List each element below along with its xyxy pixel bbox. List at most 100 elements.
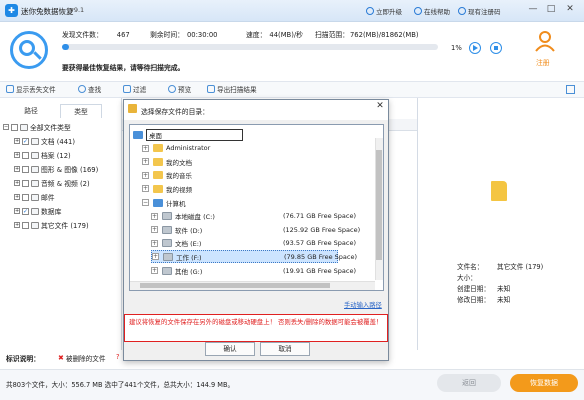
folder-node[interactable]: + Administrator: [142, 142, 373, 155]
expand-icon[interactable]: +: [14, 194, 20, 200]
folder-node[interactable]: + 其他 (G:) (19.91 GB Free Space): [151, 264, 373, 277]
dialog-close-icon[interactable]: ✕: [375, 102, 385, 112]
tree-item-label: 音频 & 视频 (2): [41, 180, 90, 188]
help-link[interactable]: 在线帮助: [414, 6, 450, 16]
register-code-link[interactable]: 现有注册码: [458, 6, 501, 16]
confirm-button[interactable]: 确认: [205, 342, 255, 356]
tree-item[interactable]: + 音频 & 视频 (2): [14, 177, 90, 189]
free-space-label: (76.71 GB Free Space): [283, 212, 356, 221]
expand-icon[interactable]: +: [142, 185, 149, 193]
checkbox[interactable]: [22, 165, 29, 173]
tree-item[interactable]: + 图形 & 图像 (169): [14, 163, 98, 175]
eye-icon: [168, 85, 176, 93]
checkbox[interactable]: ✓: [22, 137, 29, 145]
expand-icon[interactable]: +: [151, 226, 158, 234]
scan-range: 扫描范围：762(MB)/81862(MB): [315, 31, 419, 39]
expand-icon[interactable]: +: [142, 171, 149, 179]
checkbox[interactable]: [11, 123, 18, 131]
expand-icon[interactable]: +: [14, 138, 20, 144]
expand-icon[interactable]: +: [14, 208, 20, 214]
free-space-label: (19.91 GB Free Space): [283, 266, 356, 275]
expand-icon[interactable]: −: [3, 124, 9, 130]
tree-item[interactable]: + 档案 (12): [14, 149, 71, 161]
stop-button[interactable]: [490, 42, 502, 54]
checkbox[interactable]: [22, 193, 29, 201]
folder-node[interactable]: 桌面: [133, 128, 373, 141]
warning-message: 建议将恢复的文件保存在另外的磁盘或移动硬盘上！ 否则丢失/删除的数据可能会被覆盖…: [124, 314, 388, 342]
checkbox[interactable]: ✓: [22, 207, 29, 215]
folder-node[interactable]: + 本地磁盘 (C:) (76.71 GB Free Space): [151, 210, 373, 223]
export-results-button[interactable]: 导出扫描结果: [207, 84, 257, 94]
folder-node[interactable]: + 文档 (E:) (93.57 GB Free Space): [151, 237, 373, 250]
tree-item-label: 其它文件 (179): [41, 222, 89, 230]
back-button[interactable]: 返回: [437, 374, 501, 392]
expand-icon[interactable]: +: [14, 166, 20, 172]
export-icon: [207, 85, 215, 93]
folder-node-label: 本地磁盘 (C:): [175, 213, 215, 222]
checkbox[interactable]: [22, 179, 29, 187]
expand-icon[interactable]: +: [151, 239, 158, 247]
folder-node[interactable]: + 我的视频: [142, 182, 373, 195]
info-label: 修改日期：: [457, 296, 490, 304]
export-corner-icon[interactable]: [566, 85, 575, 94]
expand-icon[interactable]: +: [14, 222, 20, 228]
progress-percent: 1%: [451, 44, 462, 52]
checkbox[interactable]: [22, 221, 29, 229]
folder-tree[interactable]: 桌面 + Administrator + 我的文档 + 我的音乐 + 我的视频 − 计算机 + 本地磁盘…: [129, 124, 384, 291]
info-value: 未知: [497, 296, 511, 304]
file-type-icon: [31, 221, 39, 229]
folder-node[interactable]: + 我的音乐: [142, 169, 373, 182]
user-icon[interactable]: [534, 30, 556, 52]
info-label: 文件名：: [457, 263, 484, 271]
minimize-button[interactable]: —: [527, 4, 539, 16]
tab-type[interactable]: 类型: [60, 104, 102, 118]
expand-icon[interactable]: +: [14, 152, 20, 158]
dialog-title: 选择保存文件的目录：: [141, 108, 209, 116]
folder-node-label: 其他 (G:): [175, 267, 203, 276]
tree-item[interactable]: + 邮件: [14, 191, 55, 203]
folder-node-label: 软件 (D:): [175, 226, 203, 235]
expand-icon[interactable]: +: [142, 144, 149, 152]
tree-item[interactable]: + ✓ 文档 (441): [14, 135, 75, 147]
recover-data-button[interactable]: 恢复数据: [510, 374, 578, 392]
show-lost-files-button[interactable]: 显示丢失文件: [6, 84, 56, 94]
tab-path[interactable]: 路径: [10, 104, 52, 118]
upgrade-link[interactable]: 立即升级: [366, 6, 402, 16]
preview-button[interactable]: 预览: [168, 84, 191, 94]
expand-icon[interactable]: +: [152, 253, 159, 261]
folder-node-label: 我的文档: [166, 158, 192, 167]
close-button[interactable]: ✕: [564, 4, 576, 16]
expand-icon[interactable]: −: [142, 199, 149, 206]
scan-speed: 速度： 44(MB)/秒: [246, 31, 303, 39]
pause-button[interactable]: [469, 42, 481, 54]
folder-node[interactable]: + 软件 (D:) (125.92 GB Free Space): [151, 223, 373, 236]
info-label: 大小：: [457, 274, 477, 282]
tree-item[interactable]: + 其它文件 (179): [14, 219, 89, 231]
vertical-scroll-thumb[interactable]: [376, 150, 382, 260]
checkbox[interactable]: [22, 151, 29, 159]
folder-icon: [128, 104, 137, 113]
folder-node[interactable]: + 我的文档: [142, 155, 373, 168]
register-code-label: 现有注册码: [468, 8, 501, 16]
expand-icon[interactable]: +: [142, 158, 149, 166]
register-button[interactable]: 注册: [536, 57, 550, 67]
filter-button[interactable]: 过滤: [123, 84, 146, 94]
legend-deleted: ✖ 被删除的文件: [58, 354, 106, 363]
expand-icon[interactable]: +: [151, 212, 158, 220]
tree-item-label: 全部文件类型: [30, 124, 71, 132]
maximize-button[interactable]: □: [545, 4, 557, 16]
drive-icon: [163, 252, 173, 261]
folder-node[interactable]: + 工作 (F:) (79.85 GB Free Space): [151, 250, 357, 264]
manual-input-path-link[interactable]: 手动输入路径: [344, 300, 382, 309]
find-button[interactable]: 查找: [78, 84, 101, 94]
expand-icon[interactable]: +: [151, 267, 158, 274]
expand-icon[interactable]: +: [14, 180, 20, 186]
cancel-button[interactable]: 取消: [260, 342, 310, 356]
tree-item[interactable]: + ✓ 数据库: [14, 205, 61, 217]
free-space-label: (79.85 GB Free Space): [284, 252, 357, 261]
tree-item[interactable]: − 全部文件类型: [3, 121, 71, 133]
horizontal-scroll-thumb[interactable]: [140, 283, 330, 288]
legend-extra: ?: [116, 353, 120, 361]
folder-node[interactable]: − 计算机: [142, 196, 373, 209]
upgrade-label: 立即升级: [376, 8, 402, 16]
